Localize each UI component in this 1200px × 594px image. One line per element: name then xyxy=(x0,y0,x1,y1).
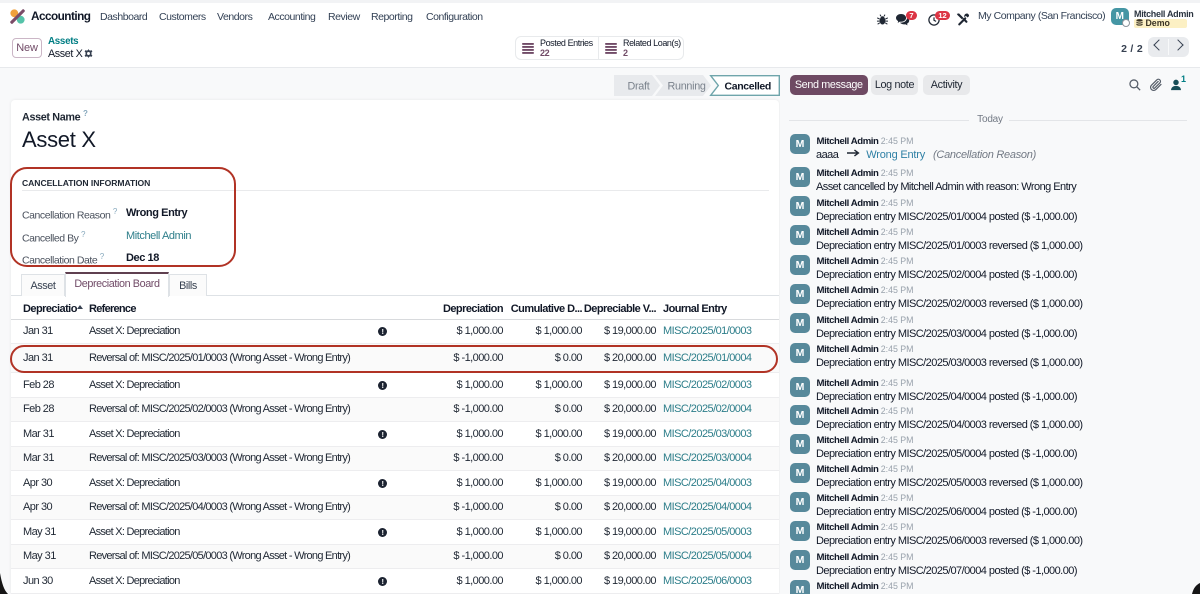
svg-text:Running: Running xyxy=(668,80,706,92)
svg-text:Cancelled: Cancelled xyxy=(725,80,771,92)
svg-text:Draft: Draft xyxy=(628,80,650,92)
